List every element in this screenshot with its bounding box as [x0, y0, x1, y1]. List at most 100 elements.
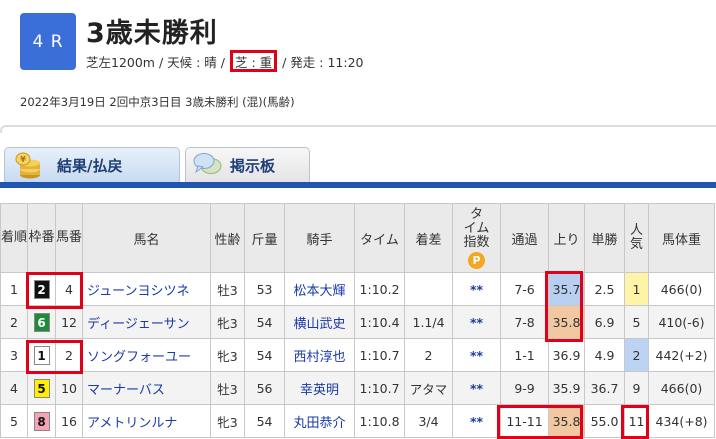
cell-horse[interactable]: ディージェーサン: [82, 305, 212, 339]
cell-sex-age: 牝3: [210, 404, 246, 438]
cell-time-index: **: [452, 371, 502, 405]
cell-popularity: 2: [624, 338, 650, 372]
race-meta: 2022年3月19日 2回中京3日目 3歳未勝利 (混)(馬齢): [20, 95, 295, 109]
cell-time-index: **: [452, 404, 502, 438]
th-umaban: 馬番: [55, 203, 84, 273]
cell-weight: 54: [244, 305, 286, 339]
cell-margin: アタマ: [404, 371, 454, 405]
table-row: 5 8 16 アメトリンルナ 牝3 54 丸田恭介 1:10.8 3/4 ** 11-11 35.8 5…: [0, 404, 716, 438]
th-last3f: 上り: [548, 203, 586, 273]
cell-sex-age: 牝3: [210, 338, 246, 372]
race-title: 3歳未勝利: [86, 18, 218, 49]
cell-time-index: **: [452, 272, 502, 306]
th-waku: 枠番: [27, 203, 57, 273]
cell-jockey[interactable]: 幸英明: [284, 371, 356, 405]
cell-horse[interactable]: マーナーバス: [82, 371, 212, 405]
race-number-badge: 4 R: [20, 13, 76, 70]
cell-waku: 5: [27, 371, 57, 405]
cell-passing: 1-1: [500, 338, 550, 372]
th-margin: 着差: [404, 203, 454, 273]
cell-rank: 2: [0, 305, 29, 339]
cell-waku: 1: [27, 338, 57, 372]
th-time-index-label: タイム指数: [463, 206, 490, 250]
cell-passing: 9-9: [500, 371, 550, 405]
cell-last3f: 35.7: [548, 272, 586, 306]
cell-time: 1:10.2: [354, 272, 406, 306]
cell-horse[interactable]: アメトリンルナ: [82, 404, 212, 438]
cell-last3f: 35.8: [548, 404, 586, 438]
cell-waku: 2: [27, 272, 57, 306]
cell-passing: 7-8: [500, 305, 550, 339]
cell-rank: 1: [0, 272, 29, 306]
cell-odds: 55.0: [584, 404, 626, 438]
cell-time: 1:10.8: [354, 404, 406, 438]
cell-popularity: 11: [624, 404, 650, 438]
waku-badge: 6: [33, 312, 50, 332]
cell-margin: 1.1/4: [404, 305, 454, 339]
result-table: 着順 枠番 馬番 馬名 性齢 斤量 騎手 タイム 着差 タイム指数 P 通過 上…: [0, 203, 716, 438]
th-rank: 着順: [0, 203, 29, 273]
cell-margin: 2: [404, 338, 454, 372]
cell-weight: 53: [244, 272, 286, 306]
cell-odds: 4.9: [584, 338, 626, 372]
cell-sex-age: 牡3: [210, 272, 246, 306]
table-row: 1 2 4 ジューンヨシツネ 牡3 53 松本大輝 1:10.2 ** 7-6 35.7 2.5 1 46…: [0, 272, 716, 306]
cell-body-weight: 434(+8): [648, 404, 716, 438]
race-info: 芝左1200m / 天候 : 晴 / 芝 : 重 / 発走 : 11:20: [86, 50, 363, 72]
cell-weight: 56: [244, 371, 286, 405]
cell-sex-age: 牡3: [210, 371, 246, 405]
cell-last3f: 35.8: [548, 305, 586, 339]
cell-horse[interactable]: ソングフォーユー: [82, 338, 212, 372]
tab-result-label: 結果/払戻: [57, 156, 123, 175]
th-jockey: 騎手: [284, 203, 356, 273]
waku-badge: 1: [33, 345, 50, 365]
tab-result[interactable]: ¥ 結果/払戻: [4, 147, 180, 182]
speech-bubble-icon: [193, 153, 222, 174]
cell-weight: 54: [244, 338, 286, 372]
cell-margin: [404, 272, 454, 306]
cell-margin: 3/4: [404, 404, 454, 438]
cell-umaban: 16: [55, 404, 84, 438]
header-divider: [0, 125, 716, 133]
cell-time: 1:10.7: [354, 338, 406, 372]
cell-umaban: 4: [55, 272, 84, 306]
p-badge-icon[interactable]: P: [468, 251, 486, 269]
cell-jockey[interactable]: 丸田恭介: [284, 404, 356, 438]
cell-rank: 4: [0, 371, 29, 405]
cell-popularity: 9: [624, 371, 650, 405]
th-passing: 通過: [500, 203, 550, 273]
coins-icon: ¥: [15, 152, 40, 179]
cell-jockey[interactable]: 西村淳也: [284, 338, 356, 372]
waku-badge: 5: [33, 378, 50, 398]
cell-jockey[interactable]: 横山武史: [284, 305, 356, 339]
th-time: タイム: [354, 203, 406, 273]
cell-odds: 6.9: [584, 305, 626, 339]
cell-last3f: 36.9: [548, 338, 586, 372]
cell-odds: 36.7: [584, 371, 626, 405]
th-odds: 単勝: [584, 203, 626, 273]
cell-popularity: 1: [624, 272, 650, 306]
cell-rank: 3: [0, 338, 29, 372]
cell-jockey[interactable]: 松本大輝: [284, 272, 356, 306]
cell-passing: 11-11: [500, 404, 550, 438]
th-horse: 馬名: [82, 203, 212, 273]
cell-last3f: 35.9: [548, 371, 586, 405]
cell-odds: 2.5: [584, 272, 626, 306]
tab-board-label: 掲示板: [230, 156, 276, 175]
cell-weight: 54: [244, 404, 286, 438]
track-condition: 芝 : 重: [229, 50, 278, 72]
cell-time: 1:10.4: [354, 305, 406, 339]
th-time-index: タイム指数 P: [452, 203, 502, 273]
cell-waku: 8: [27, 404, 57, 438]
cell-body-weight: 466(0): [648, 371, 716, 405]
cell-passing: 7-6: [500, 272, 550, 306]
tab-board[interactable]: 掲示板: [185, 147, 310, 182]
cell-horse[interactable]: ジューンヨシツネ: [82, 272, 212, 306]
table-row: 2 6 12 ディージェーサン 牝3 54 横山武史 1:10.4 1.1/4 ** 7-8 35.8…: [0, 305, 716, 339]
cell-sex-age: 牝3: [210, 305, 246, 339]
waku-badge: 8: [33, 411, 50, 431]
th-weight: 斤量: [244, 203, 286, 273]
th-popularity: 人気: [624, 203, 650, 273]
table-row: 4 5 10 マーナーバス 牡3 56 幸英明 1:10.7 アタマ ** 9-9 35.9 36.7 9…: [0, 371, 716, 405]
cell-waku: 6: [27, 305, 57, 339]
